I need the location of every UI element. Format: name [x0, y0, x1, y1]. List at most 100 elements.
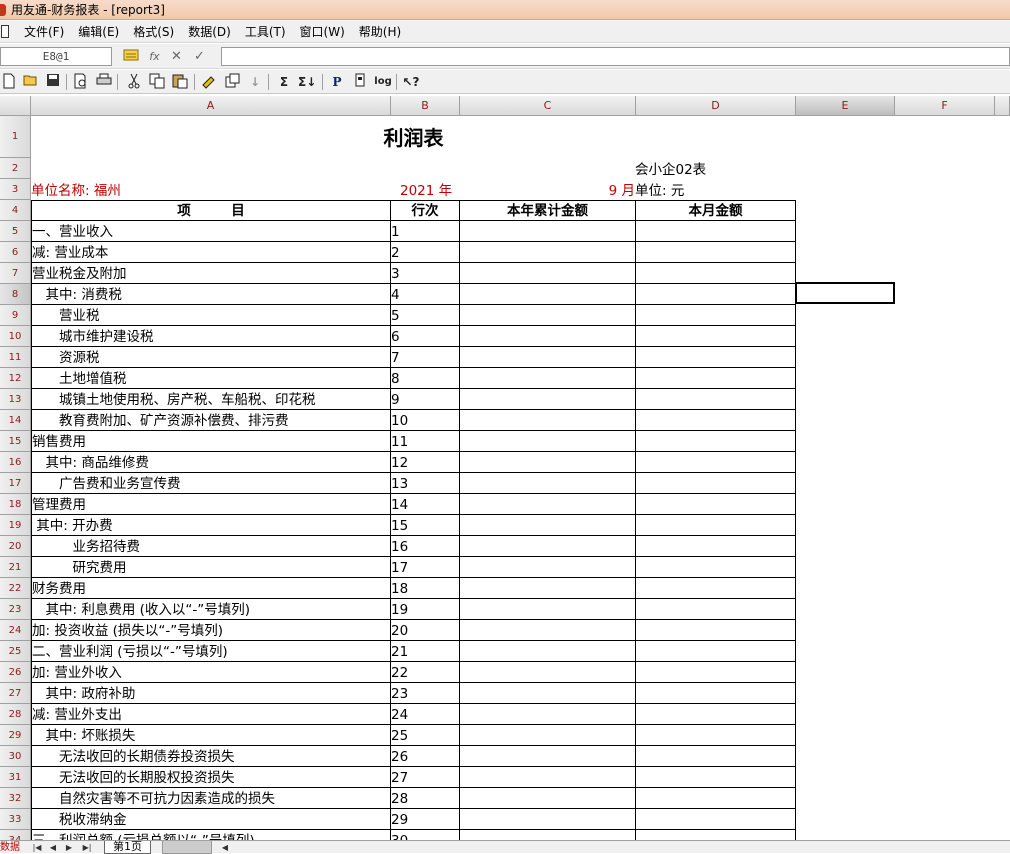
active-cell-selection[interactable] [795, 282, 895, 304]
confirm-icon[interactable]: ✓ [191, 48, 208, 65]
column-header-d[interactable]: D [636, 96, 796, 116]
row-item-label[interactable]: 其中: 开办费 [31, 515, 391, 536]
row-item-label[interactable]: 其中: 商品维修费 [31, 452, 391, 473]
form-code[interactable]: 会小企02表 [635, 158, 795, 179]
row-header-23[interactable]: 23 [0, 599, 31, 620]
row-header-13[interactable]: 13 [0, 389, 31, 410]
row-line-number[interactable]: 22 [391, 662, 460, 683]
header-item[interactable]: 项 目 [31, 200, 391, 221]
row-ytd-amount[interactable] [460, 284, 636, 305]
row-header-14[interactable]: 14 [0, 410, 31, 431]
row-item-label[interactable]: 土地增值税 [31, 368, 391, 389]
log-icon[interactable]: log [374, 73, 392, 91]
menu-tools[interactable]: 工具(T) [238, 23, 293, 40]
row-line-number[interactable]: 12 [391, 452, 460, 473]
row-ytd-amount[interactable] [460, 767, 636, 788]
sheet-tab-scroll[interactable] [162, 841, 212, 854]
row-month-amount[interactable] [636, 242, 796, 263]
row-item-label[interactable]: 广告费和业务宣传费 [31, 473, 391, 494]
row-ytd-amount[interactable] [460, 389, 636, 410]
row-header-10[interactable]: 10 [0, 326, 31, 347]
row-month-amount[interactable] [636, 599, 796, 620]
row-month-amount[interactable] [636, 263, 796, 284]
row-header-3[interactable]: 3 [0, 179, 31, 200]
row-ytd-amount[interactable] [460, 473, 636, 494]
menu-format[interactable]: 格式(S) [126, 23, 181, 40]
row-header-24[interactable]: 24 [0, 620, 31, 641]
row-month-amount[interactable] [636, 284, 796, 305]
sum-icon[interactable]: Σ [275, 73, 293, 91]
row-ytd-amount[interactable] [460, 326, 636, 347]
row-line-number[interactable]: 20 [391, 620, 460, 641]
row-month-amount[interactable] [636, 221, 796, 242]
row-item-label[interactable]: 销售费用 [31, 431, 391, 452]
column-header-c[interactable]: C [460, 96, 636, 116]
row-month-amount[interactable] [636, 431, 796, 452]
row-line-number[interactable]: 30 [391, 830, 460, 840]
row-item-label[interactable]: 管理费用 [31, 494, 391, 515]
row-header-33[interactable]: 33 [0, 809, 31, 830]
menu-data[interactable]: 数据(D) [181, 23, 238, 40]
row-month-amount[interactable] [636, 452, 796, 473]
row-item-label[interactable]: 税收滞纳金 [31, 809, 391, 830]
cell-reference-box[interactable]: E8@1 [0, 47, 112, 66]
new-icon[interactable] [0, 73, 18, 91]
row-line-number[interactable]: 28 [391, 788, 460, 809]
sum-column-icon[interactable]: Σ↓ [298, 73, 316, 91]
row-item-label[interactable]: 减: 营业成本 [31, 242, 391, 263]
row-month-amount[interactable] [636, 683, 796, 704]
row-item-label[interactable]: 加: 营业外收入 [31, 662, 391, 683]
row-ytd-amount[interactable] [460, 788, 636, 809]
row-ytd-amount[interactable] [460, 242, 636, 263]
row-item-label[interactable]: 营业税 [31, 305, 391, 326]
row-header-17[interactable]: 17 [0, 473, 31, 494]
print-icon[interactable] [95, 73, 113, 91]
copy-icon[interactable] [148, 73, 166, 91]
row-header-15[interactable]: 15 [0, 431, 31, 452]
row-line-number[interactable]: 14 [391, 494, 460, 515]
sort-icon[interactable]: ↓ [246, 73, 264, 91]
row-month-amount[interactable] [636, 725, 796, 746]
cut-icon[interactable] [125, 73, 143, 91]
row-header-18[interactable]: 18 [0, 494, 31, 515]
row-item-label[interactable]: 减: 营业外支出 [31, 704, 391, 725]
row-month-amount[interactable] [636, 767, 796, 788]
print-preview-icon[interactable] [72, 73, 90, 91]
column-header-g[interactable] [995, 96, 1010, 116]
row-month-amount[interactable] [636, 788, 796, 809]
row-header-2[interactable]: 2 [0, 158, 31, 179]
row-ytd-amount[interactable] [460, 746, 636, 767]
row-month-amount[interactable] [636, 305, 796, 326]
row-item-label[interactable]: 教育费附加、矿产资源补偿费、排污费 [31, 410, 391, 431]
header-ytd-amount[interactable]: 本年累计金额 [460, 200, 636, 221]
row-line-number[interactable]: 17 [391, 557, 460, 578]
row-line-number[interactable]: 5 [391, 305, 460, 326]
currency-unit[interactable]: 单位: 元 [635, 179, 795, 200]
row-item-label[interactable]: 资源税 [31, 347, 391, 368]
row-header-25[interactable]: 25 [0, 641, 31, 662]
row-line-number[interactable]: 2 [391, 242, 460, 263]
row-ytd-amount[interactable] [460, 431, 636, 452]
row-header-7[interactable]: 7 [0, 263, 31, 284]
header-line-no[interactable]: 行次 [391, 200, 460, 221]
row-line-number[interactable]: 18 [391, 578, 460, 599]
row-month-amount[interactable] [636, 620, 796, 641]
row-item-label[interactable]: 自然灾害等不可抗力因素造成的损失 [31, 788, 391, 809]
menu-file[interactable]: 文件(F) [17, 23, 71, 40]
menu-window[interactable]: 窗口(W) [293, 23, 352, 40]
row-month-amount[interactable] [636, 641, 796, 662]
row-item-label[interactable]: 城镇土地使用税、房产税、车船税、印花税 [31, 389, 391, 410]
row-header-5[interactable]: 5 [0, 221, 31, 242]
row-month-amount[interactable] [636, 410, 796, 431]
row-ytd-amount[interactable] [460, 830, 636, 840]
flag-icon[interactable] [351, 73, 369, 91]
row-line-number[interactable]: 21 [391, 641, 460, 662]
row-item-label[interactable]: 其中: 政府补助 [31, 683, 391, 704]
row-header-6[interactable]: 6 [0, 242, 31, 263]
column-header-f[interactable]: F [895, 96, 995, 116]
row-header-34[interactable]: 34 [0, 830, 31, 840]
row-item-label[interactable]: 无法收回的长期股权投资损失 [31, 767, 391, 788]
row-header-12[interactable]: 12 [0, 368, 31, 389]
row-ytd-amount[interactable] [460, 368, 636, 389]
document-icon[interactable] [1, 25, 9, 38]
